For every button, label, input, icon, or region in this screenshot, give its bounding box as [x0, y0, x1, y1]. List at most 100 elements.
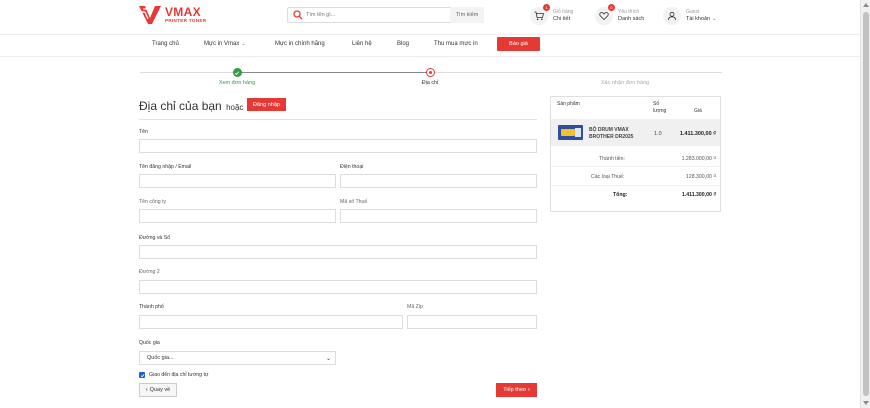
chevron-left-icon: ‹ [145, 387, 148, 393]
check-icon [234, 70, 240, 75]
summary-item-row: BỘ DRUM VMAX BROTHER DR2025 1.0 1.411.30… [551, 119, 720, 146]
logo-subtitle: PRINTER TONER [165, 18, 207, 24]
summary-divider [551, 166, 720, 167]
zip-field[interactable] [407, 315, 537, 329]
page-title-text: Địa chỉ của bạn [139, 99, 222, 113]
form-divider [139, 119, 537, 120]
step-address[interactable]: Địa chỉ [370, 66, 490, 86]
cart-label: Giỏ hàng [553, 8, 574, 15]
nav-item-home[interactable]: Trang chủ [152, 41, 179, 47]
search-icon [293, 10, 303, 20]
username-email-label: Tên đăng nhập / Email [139, 164, 192, 170]
page-scrollbar[interactable] [860, 0, 870, 408]
header-qty-line1: Số [653, 101, 660, 107]
nav-item-vmax-toner-label: Mực in Vmax [204, 41, 240, 47]
step-label: Địa chỉ [421, 80, 439, 86]
nav-item-vmax-toner[interactable]: Mực in Vmax ⌄ [204, 41, 246, 47]
main-nav: Trang chủ Mực in Vmax ⌄ Mực in chính hãng… [0, 35, 860, 56]
nav-item-contact[interactable]: Liên hệ [352, 41, 372, 47]
step-pending-dot [621, 68, 630, 77]
scroll-up-icon[interactable] [863, 3, 869, 7]
street2-field[interactable] [139, 280, 537, 294]
phone-field[interactable] [340, 174, 537, 188]
account-label: Guest [686, 8, 700, 15]
ship-same-row: Giao đến địa chỉ tương tự [139, 372, 208, 378]
tax-label: Các loại Thuế: [591, 174, 625, 180]
product-price: 1.411.300,00 ₫ [679, 131, 716, 137]
account-link[interactable]: Guest Tài khoản ⌄ [663, 5, 716, 27]
nav-item-genuine-toner[interactable]: Mực in chính hãng [275, 41, 325, 47]
username-email-field[interactable] [139, 174, 336, 188]
scroll-down-icon[interactable] [863, 401, 869, 405]
search-button[interactable]: Tìm kiếm [450, 7, 484, 23]
street2-label: Đường 2 [139, 269, 160, 275]
cart-link[interactable]: 1 Giỏ hàng Chi tiết [530, 4, 574, 27]
chevron-right-icon: › [527, 387, 530, 393]
chevron-down-icon: ⌄ [712, 15, 717, 22]
company-field[interactable] [139, 209, 336, 223]
phone-label: Điện thoại [340, 164, 364, 170]
login-button[interactable]: Đăng nhập [247, 98, 286, 111]
wishlist-badge: 0 [608, 4, 615, 11]
header-qty-line2: lượng [653, 108, 667, 114]
check-icon [140, 373, 144, 377]
back-button[interactable]: ‹ Quay về [139, 383, 177, 397]
account-sublabel-text: Tài khoản [686, 15, 711, 22]
product-name-line2: BROTHER DR2025 [589, 134, 634, 140]
page-title: Địa chỉ của bạn hoặc [139, 99, 243, 113]
zip-label: Mã Zip [407, 304, 423, 310]
site-logo[interactable]: VMAX PRINTER TONER [139, 4, 229, 26]
scrollbar-thumb[interactable] [863, 12, 869, 396]
street-field[interactable] [139, 245, 537, 259]
site-header: VMAX PRINTER TONER Tìm kiếm 1 Giỏ hàng C… [0, 0, 860, 34]
summary-header: Sản phẩm Số lượng Giá [551, 97, 720, 119]
city-field[interactable] [139, 315, 403, 329]
ship-same-label: Giao đến địa chỉ tương tự [149, 372, 209, 378]
cart-icon [534, 11, 544, 21]
next-button-label: Tiếp theo [503, 387, 526, 393]
header-product: Sản phẩm [557, 101, 580, 107]
product-name[interactable]: BỘ DRUM VMAX BROTHER DR2025 [589, 127, 645, 141]
quote-button[interactable]: Báo giá [497, 37, 540, 51]
tax-code-field[interactable] [340, 209, 537, 223]
logo-name: VMAX [165, 5, 201, 20]
back-button-label: Quay về [149, 387, 171, 393]
order-summary: Sản phẩm Số lượng Giá BỘ DRUM VMAX BROTH… [550, 96, 721, 212]
cart-badge: 1 [543, 4, 550, 11]
step-review-order[interactable]: Xem đơn hàng [177, 66, 297, 86]
account-icon-wrap [663, 7, 681, 25]
search-bar: Tìm kiếm [287, 7, 484, 23]
company-label: Tên công ty [139, 199, 167, 205]
name-field[interactable] [139, 139, 537, 153]
subtotal-value: 1.283.000,00 ₫ [681, 156, 716, 162]
product-image[interactable] [558, 125, 583, 140]
account-sublabel: Tài khoản ⌄ [686, 16, 716, 23]
product-name-line1: BỘ DRUM VMAX [589, 127, 629, 133]
street-label: Đường và Số [139, 235, 171, 241]
search-input[interactable] [304, 12, 450, 18]
nav-item-blog[interactable]: Blog [397, 41, 409, 47]
chevron-down-icon: ⌄ [325, 355, 331, 362]
step-label: Xác nhận đơn hàng [600, 80, 650, 86]
step-current-dot [425, 68, 435, 77]
summary-divider [551, 185, 720, 186]
total-label: Tổng: [613, 192, 628, 198]
nav-divider [0, 56, 860, 57]
checkout-steps: Xem đơn hàng Địa chỉ Xác nhận đơn hàng [140, 66, 722, 90]
cart-icon-wrap: 1 [530, 4, 550, 25]
ship-same-checkbox[interactable] [139, 372, 145, 378]
next-button[interactable]: Tiếp theo › [496, 383, 537, 397]
wishlist-icon-wrap: 0 [595, 4, 615, 25]
or-text: hoặc [226, 103, 244, 112]
chevron-down-icon: ⌄ [241, 41, 246, 47]
country-select[interactable]: Quốc gia... ⌄ [139, 351, 336, 365]
wishlist-link[interactable]: 0 Yêu thích Danh sách [595, 4, 644, 27]
tax-value: 128.300,00 ₫ [685, 174, 716, 180]
country-select-value: Quốc gia... [147, 355, 174, 361]
user-icon [667, 11, 677, 21]
step-confirm-order: Xác nhận đơn hàng [565, 66, 685, 86]
step-done-dot [232, 68, 242, 77]
name-label: Tên [139, 129, 148, 135]
nav-item-buy-toner[interactable]: Thu mua mực in [434, 41, 478, 47]
city-label: Thành phố [139, 304, 164, 310]
